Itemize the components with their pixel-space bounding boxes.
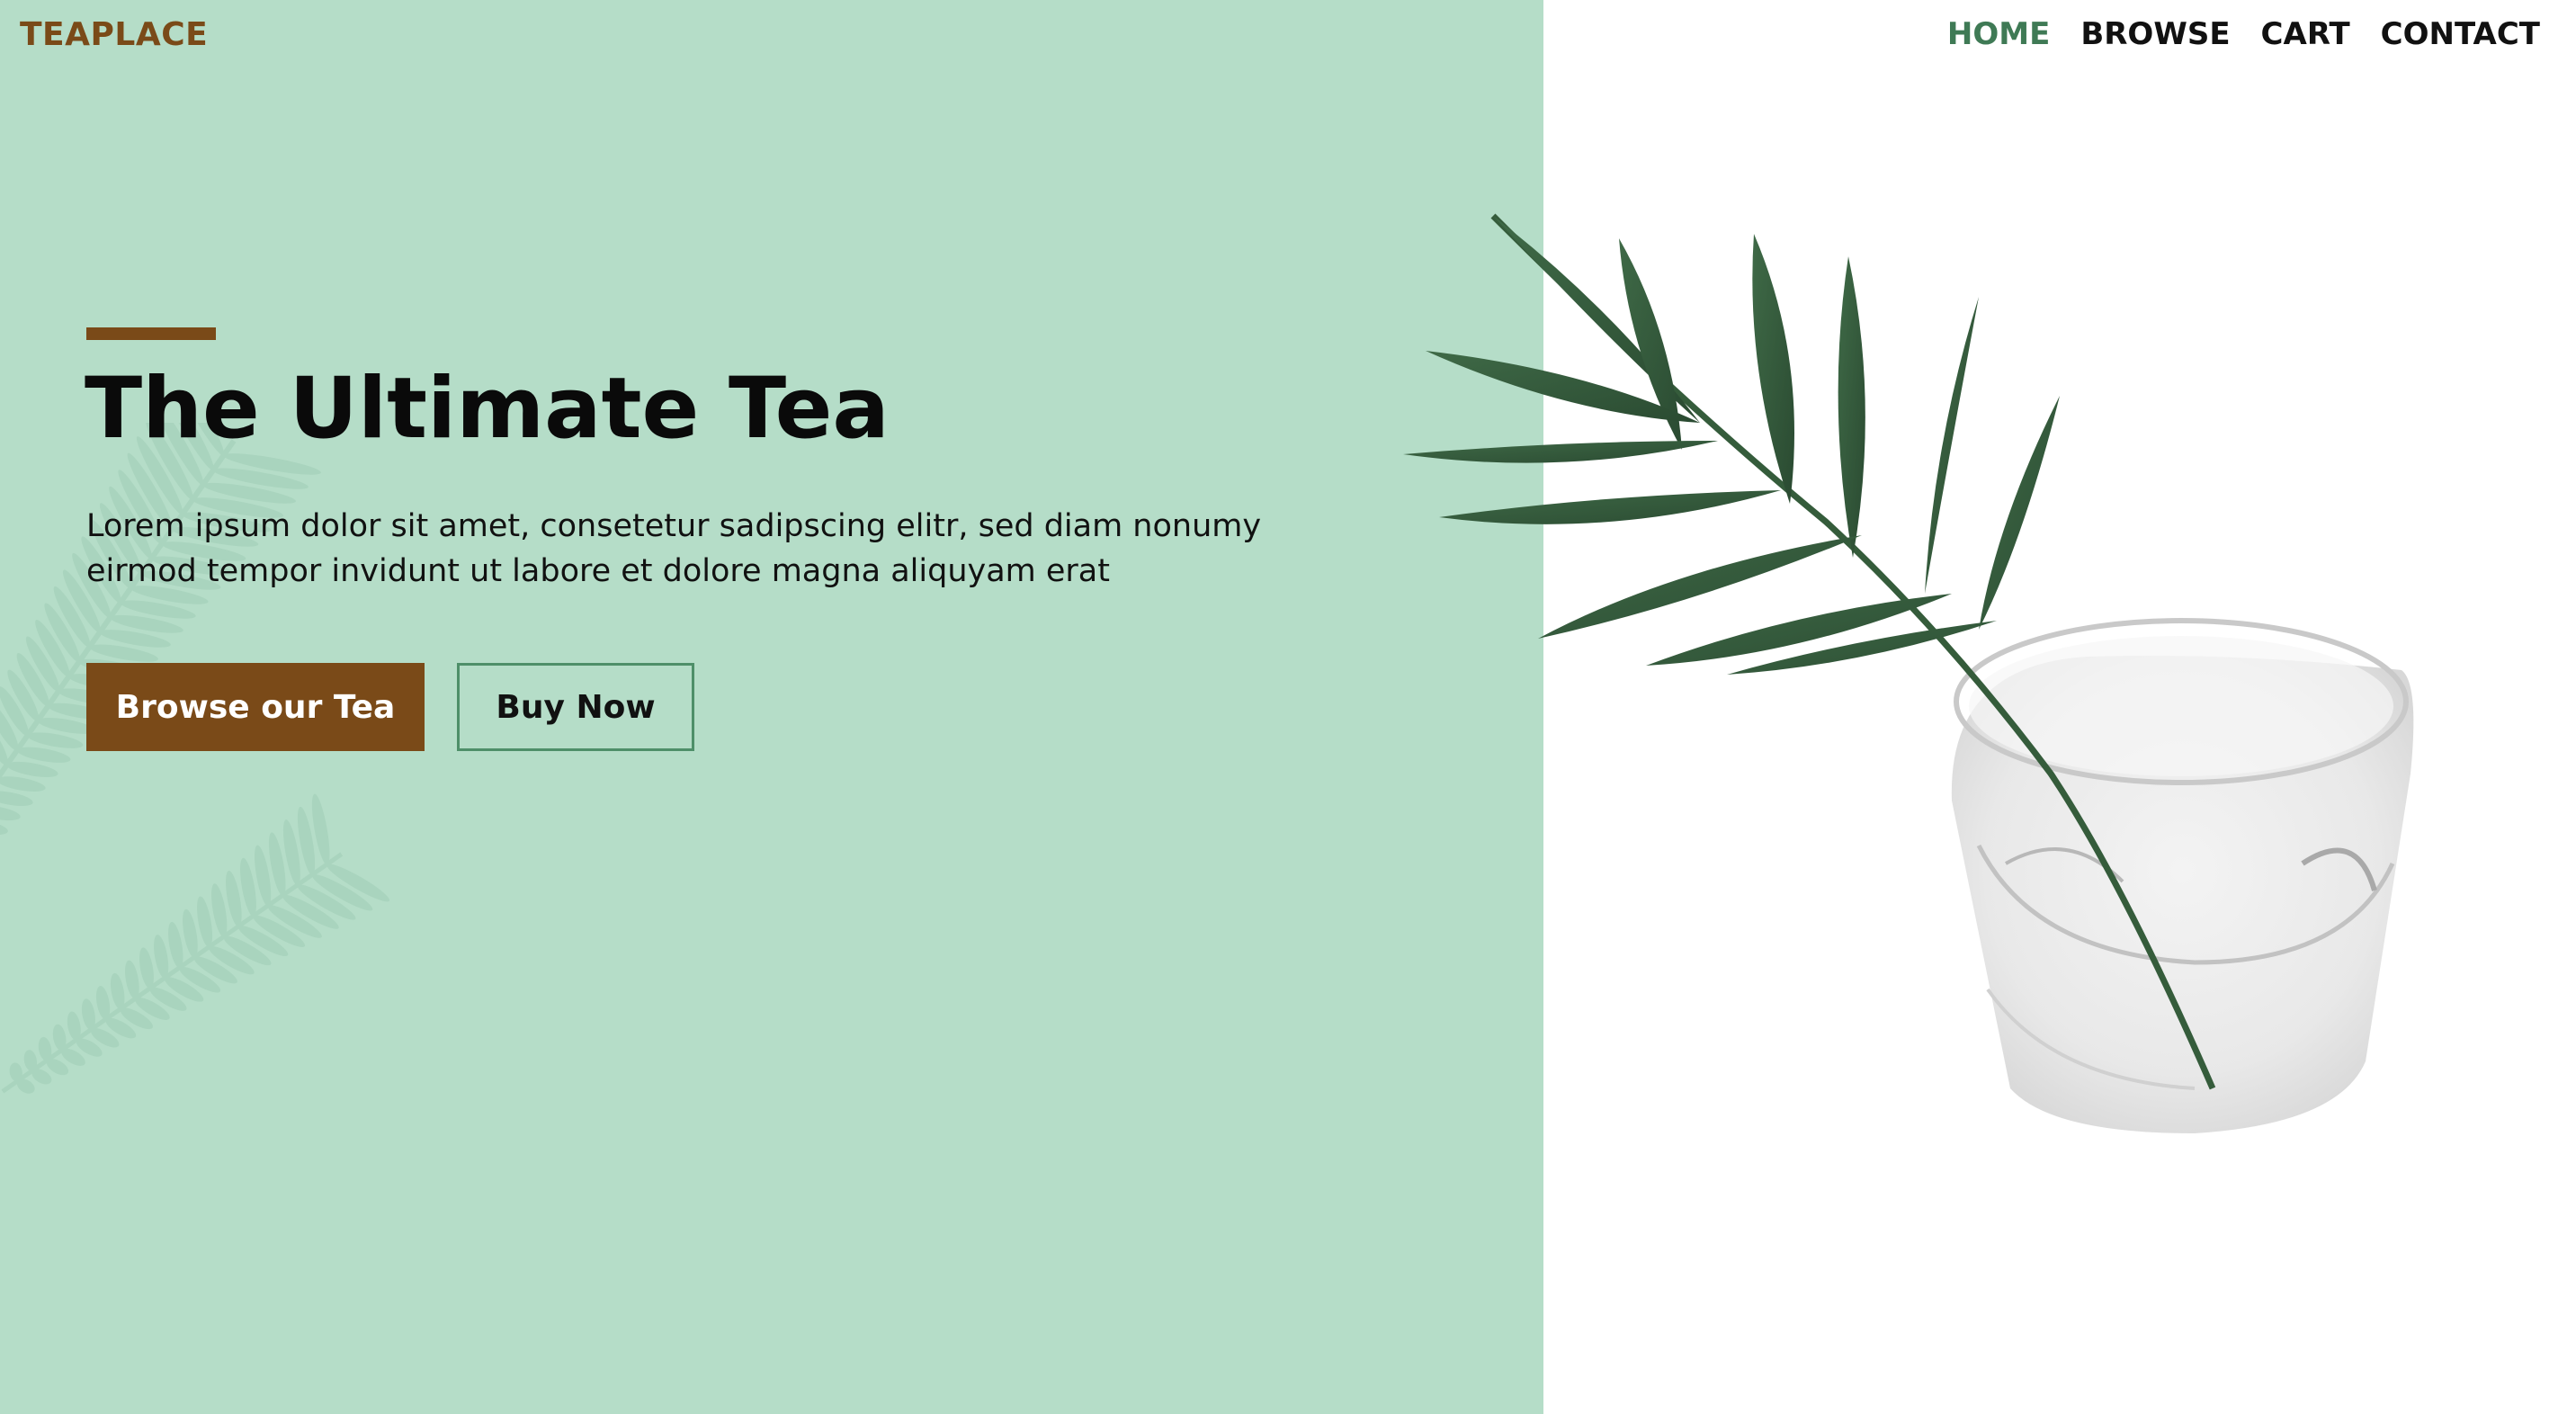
brand-logo[interactable]: TEAPLACE <box>20 16 208 53</box>
buy-now-button[interactable]: Buy Now <box>457 663 694 751</box>
main-navigation: HOME BROWSE CART CONTACT <box>1947 16 2540 52</box>
landing-page: TEAPLACE The Ultimate Tea Lorem ipsum do… <box>0 0 2576 1414</box>
glass-cup <box>1951 618 2414 1133</box>
palm-leaf-glass-image <box>1403 213 2414 1133</box>
hero-panel: TEAPLACE The Ultimate Tea Lorem ipsum do… <box>0 0 1543 1414</box>
hero-description: Lorem ipsum dolor sit amet, consetetur s… <box>86 508 1262 589</box>
browse-tea-button[interactable]: Browse our Tea <box>86 663 425 751</box>
nav-cart-link[interactable]: CART <box>2261 16 2350 52</box>
hero-title: The Ultimate Tea <box>85 360 890 458</box>
title-accent-bar <box>86 327 216 340</box>
nav-contact-link[interactable]: CONTACT <box>2381 16 2540 52</box>
nav-home-link[interactable]: HOME <box>1947 16 2050 52</box>
nav-browse-link[interactable]: BROWSE <box>2080 16 2230 52</box>
